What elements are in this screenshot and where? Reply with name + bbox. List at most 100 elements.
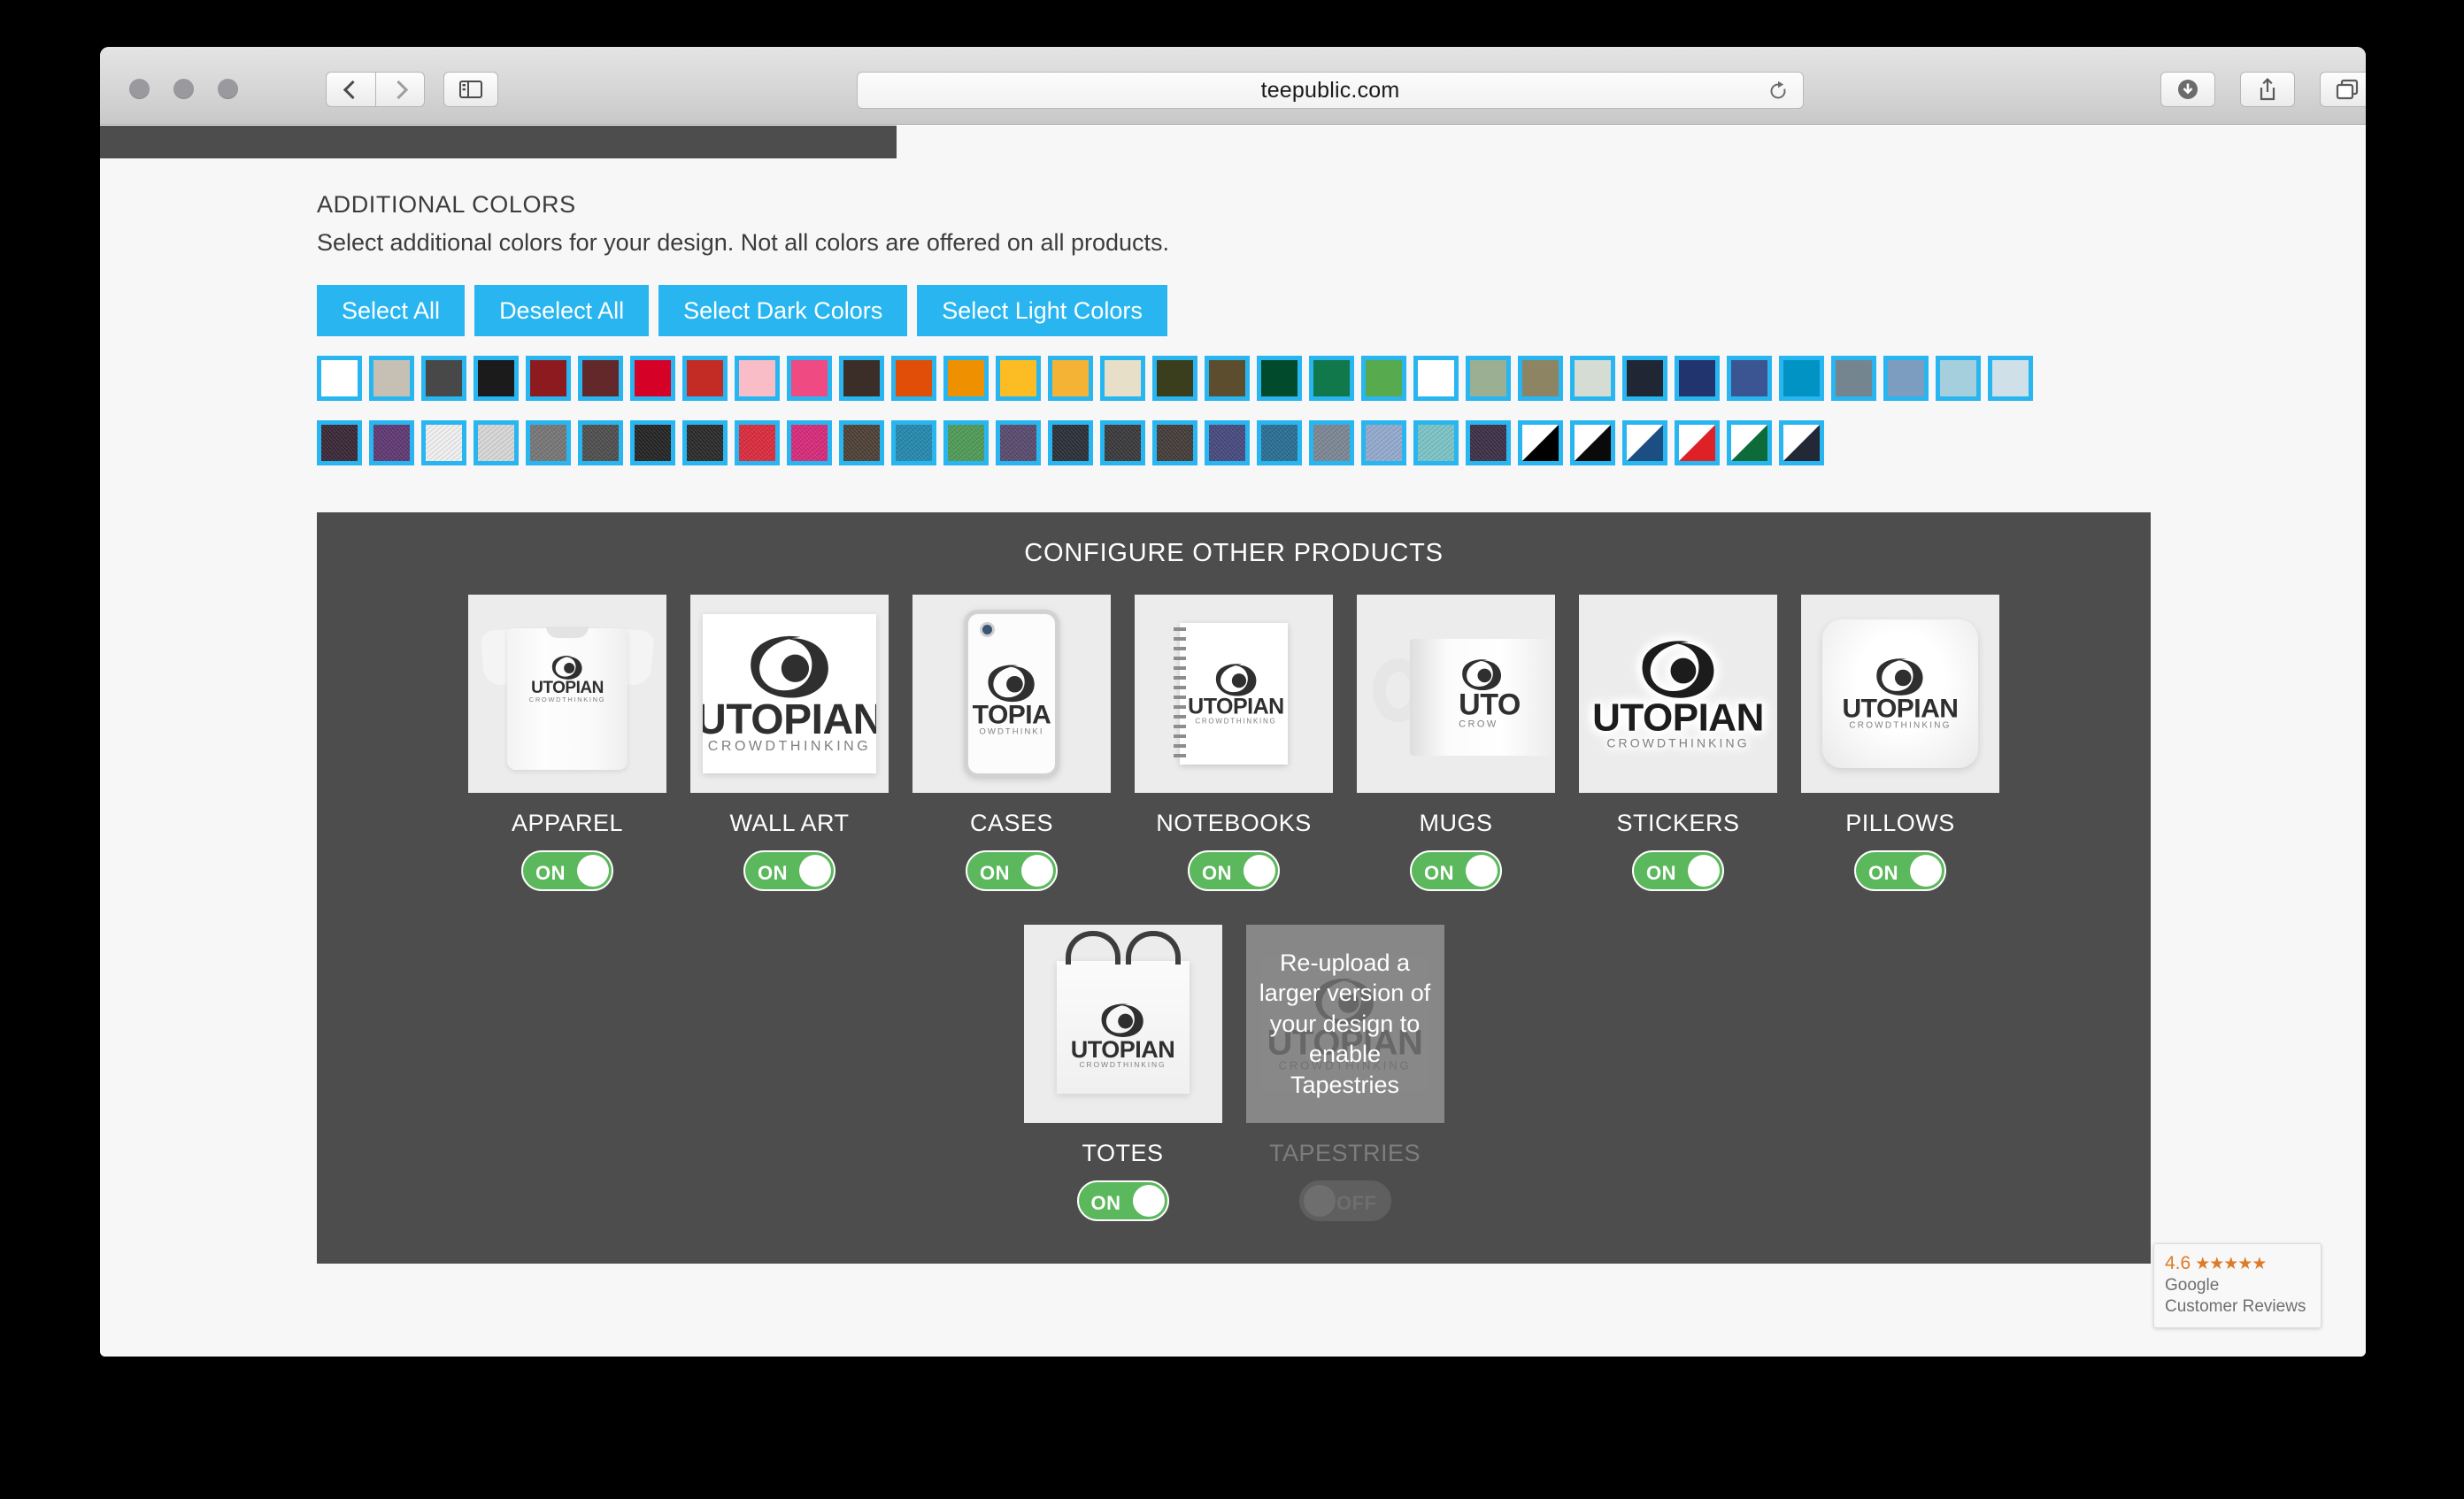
color-swatch-heather-violet[interactable] [996, 420, 1041, 465]
color-swatch-heather-gray[interactable] [526, 420, 571, 465]
share-button[interactable] [2240, 72, 2295, 107]
color-swatch-pale-gray-green[interactable] [1570, 356, 1615, 401]
swatch-fill [426, 425, 462, 461]
color-swatch-forest-green[interactable] [1257, 356, 1302, 401]
swatch-fill [1261, 425, 1297, 461]
color-action-select-all[interactable]: Select All [317, 285, 466, 336]
color-action-deselect-all[interactable]: Deselect All [474, 285, 650, 336]
product-toggle-pillows[interactable]: ON [1854, 850, 1946, 891]
color-swatch-medium-green[interactable] [1361, 356, 1406, 401]
color-swatch-dark-brown[interactable] [839, 356, 884, 401]
color-swatch-heather-green[interactable] [943, 420, 989, 465]
product-thumbnail-case[interactable]: TOPIA OWDTHINKI [912, 595, 1111, 793]
color-swatch-heather-purple[interactable] [369, 420, 414, 465]
product-thumbnail-pillow[interactable]: UTOPIAN CROWDTHINKING [1801, 595, 1999, 793]
color-swatch-lime-green[interactable] [1413, 356, 1459, 401]
product-thumbnail-sticker[interactable]: UTOPIAN CROWDTHINKING [1579, 595, 1777, 793]
color-swatch-pale-blue[interactable] [1988, 356, 2033, 401]
color-swatch-hot-pink[interactable] [787, 356, 832, 401]
color-swatch-green[interactable] [1309, 356, 1354, 401]
product-thumbnail-mug[interactable]: UTO CROW [1357, 595, 1555, 793]
color-swatch-heather-charcoal[interactable] [578, 420, 623, 465]
color-swatch-navy-white-raglan[interactable] [1779, 420, 1824, 465]
color-swatch-heather-navy-dark[interactable] [1048, 420, 1093, 465]
color-swatch-green-white-raglan[interactable] [1727, 420, 1772, 465]
address-bar[interactable]: teepublic.com [857, 72, 1804, 109]
downloads-button[interactable] [2160, 72, 2215, 107]
color-swatch-red-white-raglan[interactable] [1675, 420, 1720, 465]
color-swatch-heather-pink[interactable] [787, 420, 832, 465]
color-swatch-tan[interactable] [369, 356, 414, 401]
color-swatch-blue-white-raglan[interactable] [1622, 420, 1667, 465]
color-swatch-white-black-raglan[interactable] [1570, 420, 1615, 465]
product-toggle-apparel[interactable]: ON [521, 850, 613, 891]
color-swatch-heather-slate[interactable] [1309, 420, 1354, 465]
product-toggle-cases[interactable]: ON [966, 850, 1058, 891]
color-swatch-heather-brown[interactable] [839, 420, 884, 465]
color-swatch-heather-gray-dark[interactable] [1100, 420, 1145, 465]
color-swatch-dark-blue[interactable] [1675, 356, 1720, 401]
color-swatch-heather-coffee[interactable] [1152, 420, 1197, 465]
color-swatch-heather-light-gray[interactable] [474, 420, 519, 465]
color-swatch-black[interactable] [474, 356, 519, 401]
product-toggle-tapestries[interactable]: OFF [1298, 1180, 1391, 1221]
color-swatch-heather-red[interactable] [735, 420, 780, 465]
color-swatch-red[interactable] [630, 356, 675, 401]
color-swatch-light-blue[interactable] [1936, 356, 1981, 401]
close-window-button[interactable] [129, 79, 150, 99]
product-toggle-notebooks[interactable]: ON [1188, 850, 1280, 891]
color-swatch-dark-red[interactable] [526, 356, 571, 401]
color-swatch-royal-blue[interactable] [1727, 356, 1772, 401]
color-swatch-white[interactable] [317, 356, 362, 401]
color-swatch-heather-dark-purple[interactable] [1466, 420, 1511, 465]
color-swatch-brick-red[interactable] [682, 356, 728, 401]
sidebar-toggle-button[interactable] [443, 72, 498, 107]
color-swatch-heather-sky[interactable] [1361, 420, 1406, 465]
color-swatch-yellow-gold[interactable] [1048, 356, 1093, 401]
color-swatch-gold[interactable] [996, 356, 1041, 401]
color-swatch-heather-teal[interactable] [891, 420, 936, 465]
design-wordmark: UTOPIAN [1592, 696, 1764, 740]
color-swatch-olive[interactable] [1152, 356, 1197, 401]
color-swatch-slate-gray[interactable] [1831, 356, 1876, 401]
color-swatch-orange[interactable] [943, 356, 989, 401]
color-swatch-heather-aqua[interactable] [1413, 420, 1459, 465]
color-swatch-black-white-raglan[interactable] [1518, 420, 1563, 465]
color-swatch-sage[interactable] [1466, 356, 1511, 401]
product-toggle-stickers[interactable]: ON [1632, 850, 1724, 891]
color-action-select-light-colors[interactable]: Select Light Colors [917, 285, 1167, 336]
product-toggle-wall-art[interactable]: ON [743, 850, 835, 891]
color-swatch-heather-blue[interactable] [1257, 420, 1302, 465]
maximize-window-button[interactable] [218, 79, 238, 99]
color-swatch-cream[interactable] [1100, 356, 1145, 401]
product-thumbnail-tapestry[interactable]: UTOPIANCROWDTHINKINGRe-upload a larger v… [1245, 925, 1444, 1123]
color-swatch-maroon[interactable] [578, 356, 623, 401]
color-swatch-cyan[interactable] [1779, 356, 1824, 401]
color-swatch-orange-red[interactable] [891, 356, 936, 401]
color-swatch-light-pink[interactable] [735, 356, 780, 401]
reload-icon[interactable] [1767, 81, 1789, 106]
back-button[interactable] [326, 72, 375, 107]
color-swatch-steel-blue[interactable] [1883, 356, 1929, 401]
color-swatch-heather-plum[interactable] [317, 420, 362, 465]
color-swatch-heather-dark-black[interactable] [682, 420, 728, 465]
tab-overview-button[interactable] [2320, 72, 2366, 107]
color-swatch-heather-indigo[interactable] [1205, 420, 1250, 465]
color-swatch-heather-black[interactable] [630, 420, 675, 465]
color-swatch-khaki[interactable] [1518, 356, 1563, 401]
color-swatch-navy-black[interactable] [1622, 356, 1667, 401]
product-thumbnail-tote[interactable]: UTOPIAN CROWDTHINKING [1023, 925, 1222, 1123]
color-swatch-brown[interactable] [1205, 356, 1250, 401]
color-swatch-dark-gray[interactable] [421, 356, 466, 401]
product-thumbnail-wallart[interactable]: UTOPIAN CROWDTHINKING [690, 595, 889, 793]
color-action-select-dark-colors[interactable]: Select Dark Colors [658, 285, 908, 336]
product-label: STICKERS [1616, 810, 1740, 836]
color-swatch-heather-white[interactable] [421, 420, 466, 465]
product-thumbnail-tee[interactable]: UTOPIAN CROWDTHINKING [468, 595, 666, 793]
minimize-window-button[interactable] [173, 79, 194, 99]
product-toggle-mugs[interactable]: ON [1410, 850, 1502, 891]
google-customer-reviews-badge[interactable]: 4.6 ★★★★★ Google Customer Reviews [2153, 1243, 2322, 1328]
forward-button[interactable] [375, 72, 425, 107]
product-thumbnail-notebook[interactable]: UTOPIAN CROWDTHINKING [1135, 595, 1333, 793]
product-toggle-totes[interactable]: ON [1076, 1180, 1169, 1221]
